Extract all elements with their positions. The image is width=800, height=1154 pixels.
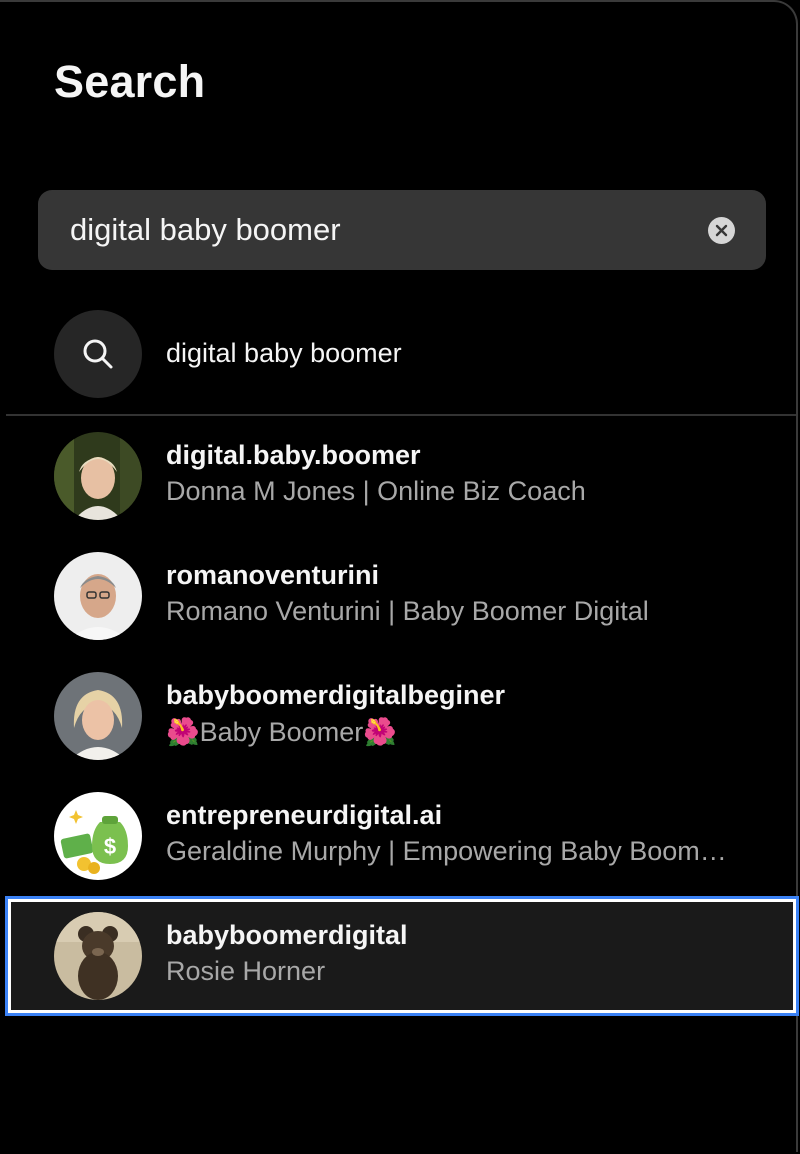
close-icon <box>715 224 728 237</box>
result-fullname: Romano Venturini | Baby Boomer Digital <box>166 596 649 626</box>
result-fullname: Donna M Jones | Online Biz Coach <box>166 476 586 506</box>
keyword-icon-container <box>54 310 142 398</box>
svg-text:$: $ <box>104 834 116 859</box>
search-icon <box>83 339 113 369</box>
search-result-item[interactable]: romanoventurini Romano Venturini | Baby … <box>0 536 796 656</box>
search-panel: Search digital baby boomer digital baby … <box>0 0 799 1152</box>
clear-search-button[interactable] <box>708 217 735 244</box>
teddy-bear-avatar <box>54 912 142 1000</box>
search-result-item[interactable]: $ entrepreneurdigital.ai Geraldine Murph… <box>0 776 796 896</box>
avatar <box>54 432 142 520</box>
page-title: Search <box>54 56 206 107</box>
avatar <box>54 552 142 640</box>
result-fullname: Geraldine Murphy | Empowering Baby Boome… <box>166 836 736 866</box>
search-result-item[interactable]: digital.baby.boomer Donna M Jones | Onli… <box>0 416 796 536</box>
avatar <box>54 672 142 760</box>
result-fullname: Rosie Horner <box>166 956 326 986</box>
search-box[interactable] <box>38 190 766 270</box>
result-username: romanoventurini <box>166 560 380 590</box>
result-username: entrepreneurdigital.ai <box>166 800 443 830</box>
money-bag-avatar: $ <box>54 792 142 880</box>
result-fullname: 🌺Baby Boomer🌺 <box>166 717 397 747</box>
search-result-item[interactable]: babyboomerdigitalbeginer 🌺Baby Boomer🌺 <box>0 656 796 776</box>
result-username: babyboomerdigitalbeginer <box>166 680 506 710</box>
keyword-suggestion[interactable]: digital baby boomer <box>0 302 796 406</box>
keyword-suggestion-label: digital baby boomer <box>166 338 402 368</box>
search-input[interactable] <box>70 190 690 270</box>
result-username: babyboomerdigital <box>166 920 408 950</box>
search-result-item-selected[interactable]: babyboomerdigital Rosie Horner <box>5 896 799 1016</box>
result-username: digital.baby.boomer <box>166 440 421 470</box>
